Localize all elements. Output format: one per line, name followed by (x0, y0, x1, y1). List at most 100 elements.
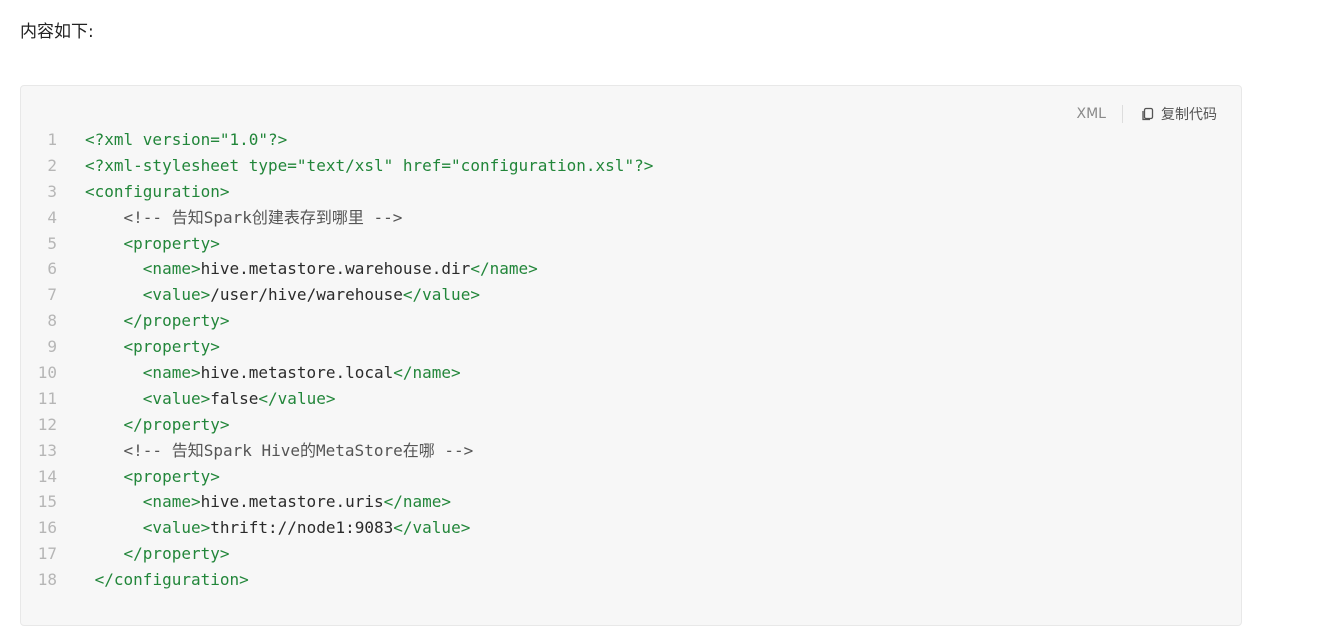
xml-tag: </name> (470, 259, 538, 279)
xml-text: hive.metastore.warehouse.dir (200, 259, 471, 279)
line-number: 8 (47, 311, 57, 331)
line-number: 7 (47, 285, 57, 305)
xml-tag: </configuration> (94, 570, 249, 590)
line-number: 12 (37, 414, 57, 434)
xml-comment: <!-- 告知Spark创建表存到哪里 --> (123, 207, 403, 227)
code-text: <?xml-stylesheet type="text/xsl" href="c… (85, 153, 653, 179)
code-line: 9 <property> (21, 334, 653, 360)
line-number: 15 (37, 492, 57, 512)
code-block: XML 复制代码 1 <?xml version="1.0"?> 2 <?xml-st… (20, 85, 1242, 626)
xml-tag: </property> (123, 311, 230, 331)
code-text: </property> (85, 412, 230, 438)
line-number: 3 (47, 181, 57, 201)
language-label: XML (1076, 106, 1106, 122)
xml-comment: <!-- 告知Spark Hive的MetaStore在哪 --> (123, 440, 474, 460)
xml-tag: <value> (142, 285, 211, 305)
code-line: 16 <value>thrift://node1:9083</value> (21, 515, 653, 541)
code-line: 13 <!-- 告知Spark Hive的MetaStore在哪 --> (21, 438, 653, 464)
line-number: 16 (37, 518, 57, 538)
xml-tag: <name> (142, 259, 201, 279)
intro-text: 内容如下: (20, 22, 94, 42)
code-line: 5 <property> (21, 231, 653, 257)
code-text: <value>/user/hive/warehouse</value> (85, 282, 480, 308)
code-line: 11 <value>false</value> (21, 386, 653, 412)
xml-text: hive.metastore.local (200, 363, 394, 383)
xml-tag: </value> (402, 285, 480, 305)
line-number: 14 (37, 466, 57, 486)
code-text: <property> (85, 464, 220, 490)
copy-code-label: 复制代码 (1161, 107, 1217, 123)
code-line: 17 </property> (21, 541, 653, 567)
xml-tag: <value> (142, 518, 211, 538)
code-lines: 1 <?xml version="1.0"?> 2 <?xml-stylesheet … (21, 127, 654, 593)
code-line: 7 <value>/user/hive/warehouse</value> (21, 282, 653, 308)
line-number: 5 (47, 233, 57, 253)
code-text: <!-- 告知Spark Hive的MetaStore在哪 --> (85, 438, 474, 464)
xml-text: thrift://node1:9083 (210, 518, 394, 538)
xml-tag: <property> (123, 233, 220, 253)
xml-tag: <?xml-stylesheet type="text/xsl" href="c… (85, 155, 654, 175)
code-line: 4 <!-- 告知Spark创建表存到哪里 --> (21, 205, 653, 231)
xml-tag: </name> (393, 363, 461, 383)
code-text: <name>hive.metastore.uris</name> (85, 489, 451, 515)
line-number: 10 (37, 363, 57, 383)
code-line: 6 <name>hive.metastore.warehouse.dir</na… (21, 256, 653, 282)
code-line: 3 <configuration> (21, 179, 653, 205)
xml-text: false (210, 388, 259, 408)
code-text: <property> (85, 334, 220, 360)
xml-tag: <name> (142, 492, 201, 512)
code-text: <property> (85, 231, 220, 257)
line-number: 13 (37, 440, 57, 460)
xml-tag: <configuration> (85, 181, 230, 201)
code-text: <!-- 告知Spark创建表存到哪里 --> (85, 205, 403, 231)
code-text: </property> (85, 541, 230, 567)
xml-tag: </property> (123, 544, 230, 564)
code-text: <configuration> (85, 179, 230, 205)
code-text: <?xml version="1.0"?> (85, 127, 287, 153)
line-number: 11 (37, 388, 57, 408)
code-line: 8 </property> (21, 308, 653, 334)
code-text: <name>hive.metastore.warehouse.dir</name… (85, 256, 538, 282)
xml-tag: </value> (393, 518, 471, 538)
code-text: <name>hive.metastore.local</name> (85, 360, 461, 386)
xml-text: /user/hive/warehouse (210, 285, 403, 305)
xml-text: hive.metastore.uris (200, 492, 384, 512)
code-line: 18 </configuration> (21, 567, 653, 593)
xml-tag: <value> (142, 388, 211, 408)
xml-tag: </name> (383, 492, 452, 512)
code-line: 14 <property> (21, 464, 653, 490)
xml-tag: <?xml version="1.0"?> (85, 130, 288, 149)
code-text: <value>thrift://node1:9083</value> (85, 515, 471, 541)
toolbar-divider (1122, 105, 1123, 123)
line-number: 17 (37, 544, 57, 564)
line-number: 2 (47, 155, 57, 175)
xml-tag: </value> (258, 388, 336, 408)
line-number: 9 (47, 337, 57, 357)
xml-tag: </property> (123, 414, 230, 434)
xml-tag: <name> (142, 363, 201, 383)
line-number: 6 (47, 259, 57, 279)
code-text: <value>false</value> (85, 386, 336, 412)
xml-tag: <property> (123, 466, 220, 486)
copy-code-button[interactable]: 复制代码 (1141, 104, 1217, 124)
line-number: 18 (37, 570, 57, 590)
code-line: 15 <name>hive.metastore.uris</name> (21, 489, 653, 515)
code-text: </property> (85, 308, 230, 334)
code-line: 12 </property> (21, 412, 653, 438)
xml-tag: <property> (123, 337, 220, 357)
copy-icon (1142, 107, 1154, 121)
